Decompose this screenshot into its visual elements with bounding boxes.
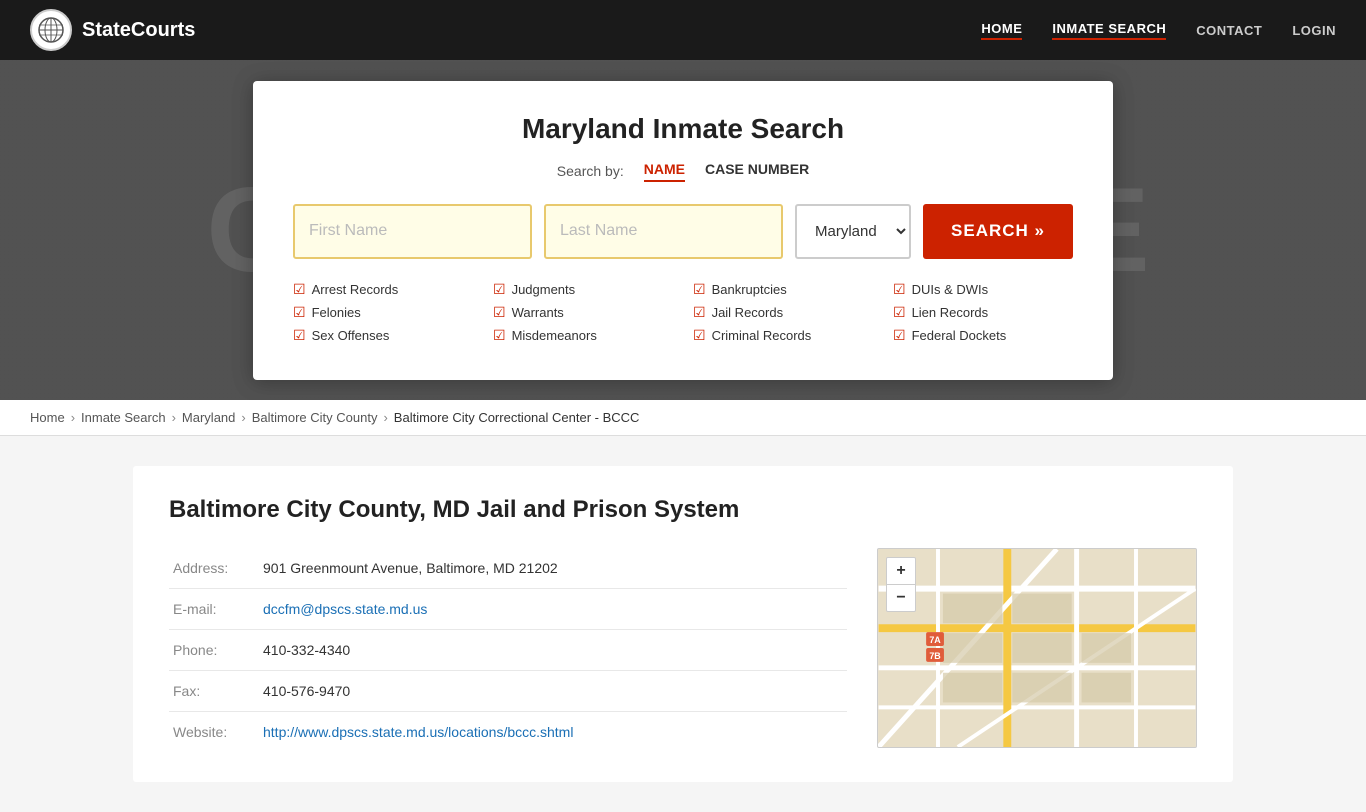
- search-by-row: Search by: NAME CASE NUMBER: [293, 161, 1073, 182]
- map-zoom-in[interactable]: +: [887, 558, 915, 584]
- info-row: Fax:410-576-9470: [169, 671, 847, 712]
- info-field-value: 410-332-4340: [259, 630, 847, 671]
- search-card: Maryland Inmate Search Search by: NAME C…: [253, 81, 1113, 380]
- search-by-label: Search by:: [557, 163, 624, 179]
- map-container: + −: [877, 548, 1197, 748]
- info-field-label: E-mail:: [169, 589, 259, 630]
- check-label: DUIs & DWIs: [912, 282, 989, 297]
- email-link[interactable]: dccfm@dpscs.state.md.us: [263, 601, 427, 617]
- info-table: Address:901 Greenmount Avenue, Baltimore…: [169, 548, 847, 752]
- last-name-input[interactable]: [544, 204, 783, 259]
- check-label: Lien Records: [912, 305, 989, 320]
- svg-text:7A: 7A: [929, 635, 941, 645]
- breadcrumb-home[interactable]: Home: [30, 410, 65, 425]
- breadcrumb-maryland[interactable]: Maryland: [182, 410, 235, 425]
- check-item: ☑ Sex Offenses: [293, 327, 473, 344]
- nav-home[interactable]: HOME: [981, 21, 1022, 40]
- checkbox-icon: ☑: [693, 327, 706, 344]
- check-item: ☑ Misdemeanors: [493, 327, 673, 344]
- check-label: Misdemeanors: [512, 328, 597, 343]
- check-label: Jail Records: [712, 305, 784, 320]
- main-content: Baltimore City County, MD Jail and Priso…: [0, 436, 1366, 812]
- logo-text: StateCourts: [82, 19, 195, 42]
- info-field-value[interactable]: dccfm@dpscs.state.md.us: [259, 589, 847, 630]
- tab-name[interactable]: NAME: [644, 161, 685, 182]
- info-field-label: Address:: [169, 548, 259, 589]
- breadcrumb-county[interactable]: Baltimore City County: [252, 410, 378, 425]
- checkbox-icon: ☑: [493, 327, 506, 344]
- check-label: Felonies: [312, 305, 361, 320]
- sep-3: ›: [241, 410, 245, 425]
- check-label: Sex Offenses: [312, 328, 390, 343]
- check-item: ☑ DUIs & DWIs: [893, 281, 1073, 298]
- info-field-value: 901 Greenmount Avenue, Baltimore, MD 212…: [259, 548, 847, 589]
- breadcrumb-current: Baltimore City Correctional Center - BCC…: [394, 410, 640, 425]
- info-row: Phone:410-332-4340: [169, 630, 847, 671]
- checkbox-icon: ☑: [493, 304, 506, 321]
- check-item: ☑ Criminal Records: [693, 327, 873, 344]
- check-item: ☑ Judgments: [493, 281, 673, 298]
- sep-1: ›: [71, 410, 75, 425]
- check-label: Warrants: [512, 305, 564, 320]
- state-select[interactable]: Maryland Alabama Alaska Arizona Californ…: [795, 204, 911, 259]
- check-label: Bankruptcies: [712, 282, 787, 297]
- check-item: ☑ Felonies: [293, 304, 473, 321]
- sep-4: ›: [383, 410, 387, 425]
- map-section: + −: [877, 548, 1197, 752]
- info-row: Website:http://www.dpscs.state.md.us/loc…: [169, 712, 847, 753]
- nav-inmate-search[interactable]: INMATE SEARCH: [1052, 21, 1166, 40]
- checkbox-icon: ☑: [293, 281, 306, 298]
- svg-text:7B: 7B: [929, 651, 941, 661]
- info-field-label: Fax:: [169, 671, 259, 712]
- checkbox-icon: ☑: [693, 281, 706, 298]
- check-label: Criminal Records: [712, 328, 812, 343]
- check-label: Arrest Records: [312, 282, 399, 297]
- checkbox-icon: ☑: [893, 304, 906, 321]
- map-zoom-controls: + −: [886, 557, 916, 612]
- info-field-value[interactable]: http://www.dpscs.state.md.us/locations/b…: [259, 712, 847, 753]
- logo-icon: [30, 9, 72, 51]
- checkbox-icon: ☑: [493, 281, 506, 298]
- checkbox-icon: ☑: [293, 327, 306, 344]
- nav-contact[interactable]: CONTACT: [1196, 23, 1262, 38]
- logo[interactable]: StateCourts: [30, 9, 195, 51]
- website-link[interactable]: http://www.dpscs.state.md.us/locations/b…: [263, 724, 573, 740]
- main-nav: HOME INMATE SEARCH CONTACT LOGIN: [981, 21, 1336, 40]
- facility-title: Baltimore City County, MD Jail and Priso…: [169, 496, 1197, 524]
- info-field-label: Phone:: [169, 630, 259, 671]
- info-field-label: Website:: [169, 712, 259, 753]
- check-label: Federal Dockets: [912, 328, 1007, 343]
- tab-case-number[interactable]: CASE NUMBER: [705, 161, 809, 182]
- check-item: ☑ Bankruptcies: [693, 281, 873, 298]
- check-item: ☑ Warrants: [493, 304, 673, 321]
- info-field-value: 410-576-9470: [259, 671, 847, 712]
- sep-2: ›: [172, 410, 176, 425]
- check-item: ☑ Arrest Records: [293, 281, 473, 298]
- map-svg: 7A 7B: [878, 549, 1196, 747]
- breadcrumb-inmate-search[interactable]: Inmate Search: [81, 410, 166, 425]
- search-button[interactable]: SEARCH »: [923, 204, 1073, 259]
- check-item: ☑ Federal Dockets: [893, 327, 1073, 344]
- info-row: Address:901 Greenmount Avenue, Baltimore…: [169, 548, 847, 589]
- search-title: Maryland Inmate Search: [293, 113, 1073, 145]
- checkbox-icon: ☑: [693, 304, 706, 321]
- checkbox-icon: ☑: [893, 281, 906, 298]
- info-section: Address:901 Greenmount Avenue, Baltimore…: [169, 548, 847, 752]
- hero-section: COURTHOUSE Maryland Inmate Search Search…: [0, 60, 1366, 400]
- check-label: Judgments: [512, 282, 576, 297]
- nav-login[interactable]: LOGIN: [1292, 23, 1336, 38]
- check-item: ☑ Lien Records: [893, 304, 1073, 321]
- checkbox-icon: ☑: [893, 327, 906, 344]
- content-card: Baltimore City County, MD Jail and Priso…: [133, 466, 1233, 782]
- search-inputs-row: Maryland Alabama Alaska Arizona Californ…: [293, 204, 1073, 259]
- info-row: E-mail:dccfm@dpscs.state.md.us: [169, 589, 847, 630]
- content-with-map: Address:901 Greenmount Avenue, Baltimore…: [169, 548, 1197, 752]
- check-item: ☑ Jail Records: [693, 304, 873, 321]
- map-zoom-out[interactable]: −: [887, 585, 915, 611]
- record-types-grid: ☑ Arrest Records ☑ Judgments ☑ Bankruptcies ☑ D…: [293, 281, 1073, 344]
- breadcrumb: Home › Inmate Search › Maryland › Baltim…: [0, 400, 1366, 436]
- first-name-input[interactable]: [293, 204, 532, 259]
- site-header: StateCourts HOME INMATE SEARCH CONTACT L…: [0, 0, 1366, 60]
- checkbox-icon: ☑: [293, 304, 306, 321]
